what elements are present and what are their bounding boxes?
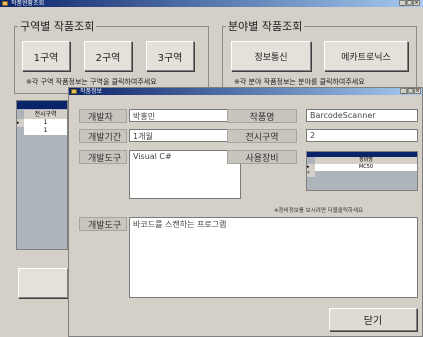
equipment-grid[interactable]: 장비명 ▸ MC50 * xyxy=(306,151,418,191)
main-bottom-button[interactable] xyxy=(18,268,68,298)
detail-minimize-icon[interactable]: _ xyxy=(400,88,407,94)
zone-1-button[interactable]: 1구역 xyxy=(22,41,70,71)
main-window-title: 작품현황조회 xyxy=(11,0,45,7)
tool-field[interactable]: Visual C# xyxy=(129,150,241,199)
works-grid-cell[interactable]: 1 xyxy=(24,119,67,127)
zone-label: 전시구역 xyxy=(227,129,297,143)
zone-hint: ※각 구역 작품정보는 구역을 클릭하여주세요 xyxy=(26,78,157,86)
description-field[interactable]: 바코드를 스캔하는 프로그램 xyxy=(129,217,418,298)
work-name-field[interactable]: BarcodeScanner xyxy=(306,109,418,122)
detail-close-icon[interactable]: × xyxy=(414,88,421,94)
main-titlebar[interactable]: 작품현황조회 _ □ × xyxy=(0,0,423,7)
maximize-icon[interactable]: □ xyxy=(406,0,413,6)
mechatronics-button[interactable]: 메카트로닉스 xyxy=(324,41,408,71)
works-grid-cell[interactable]: 1 xyxy=(24,127,67,135)
close-button[interactable]: 닫기 xyxy=(329,308,417,331)
ict-button[interactable]: 정보통신 xyxy=(231,41,311,71)
period-field[interactable]: 1개월 xyxy=(129,129,241,142)
equipment-label: 사용장비 xyxy=(227,150,297,164)
minimize-icon[interactable]: _ xyxy=(399,0,406,6)
works-grid-row-marker: ▸ xyxy=(17,119,24,127)
zone-2-button[interactable]: 2구역 xyxy=(84,41,132,71)
field-group-title: 분야별 작품조회 xyxy=(226,18,305,34)
developer-field[interactable]: 박홍민 xyxy=(129,109,241,122)
app-icon xyxy=(2,1,8,6)
zone-group-title: 구역별 작품조회 xyxy=(18,18,97,34)
detail-window: 작품정보 _ □ × 개발자 박홍민 개발기간 1개월 개발도구 Visual … xyxy=(68,87,423,337)
works-grid-header-bar xyxy=(17,101,67,109)
equipment-hint: ※장비정보를 보시려면 더블클릭하세요 xyxy=(274,208,364,214)
detail-maximize-icon[interactable]: □ xyxy=(407,88,414,94)
zone-3-button[interactable]: 3구역 xyxy=(146,41,194,71)
detail-app-icon xyxy=(71,89,77,94)
zone-field[interactable]: 2 xyxy=(306,129,418,142)
close-icon[interactable]: × xyxy=(413,0,420,6)
equipment-grid-row-marker: ▸ xyxy=(307,164,315,171)
works-grid-col-header: 전시구역 xyxy=(24,110,67,119)
detail-titlebar[interactable]: 작품정보 _ □ × xyxy=(69,88,422,95)
works-grid[interactable]: 전시구역 ▸ 1 1 xyxy=(16,100,68,250)
detail-window-title: 작품정보 xyxy=(80,88,103,95)
tool-label: 개발도구 xyxy=(79,150,127,164)
equipment-grid-new-row-marker: * xyxy=(307,171,315,177)
equipment-grid-col-header: 장비명 xyxy=(315,157,417,164)
period-label: 개발기간 xyxy=(79,129,127,143)
description-label: 개발도구 xyxy=(79,217,127,231)
field-hint: ※각 분야 작품정보는 분야를 클릭하여주세요 xyxy=(234,78,365,86)
developer-label: 개발자 xyxy=(79,109,127,123)
equipment-grid-cell[interactable]: MC50 xyxy=(315,164,417,171)
work-name-label: 작품명 xyxy=(227,109,297,123)
